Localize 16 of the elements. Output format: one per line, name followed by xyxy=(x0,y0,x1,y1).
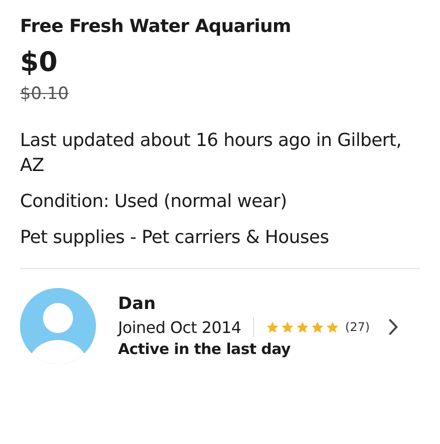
original-price: $0.10 xyxy=(20,84,70,104)
category-text: Pet supplies - Pet carriers & Houses xyxy=(20,226,330,250)
star-icon xyxy=(311,320,324,334)
last-updated-text: Last updated about 16 hours ago in Gilbert, AZ xyxy=(20,129,402,178)
rating-count: (27) xyxy=(345,320,370,334)
listing-title: Free Fresh Water Aquarium xyxy=(20,16,292,37)
joined-date: Joined Oct 2014 xyxy=(118,318,242,336)
seller-name: Dan xyxy=(118,294,157,314)
star-icon xyxy=(266,320,280,334)
star-icon xyxy=(326,320,340,334)
condition-text: Condition: Used (normal wear) xyxy=(20,190,288,214)
chevron-right-icon[interactable] xyxy=(388,318,398,336)
star-icon xyxy=(281,320,294,334)
price: $0 xyxy=(20,47,59,78)
star-icon xyxy=(296,320,310,334)
activity-status: Active in the last day xyxy=(118,340,292,358)
